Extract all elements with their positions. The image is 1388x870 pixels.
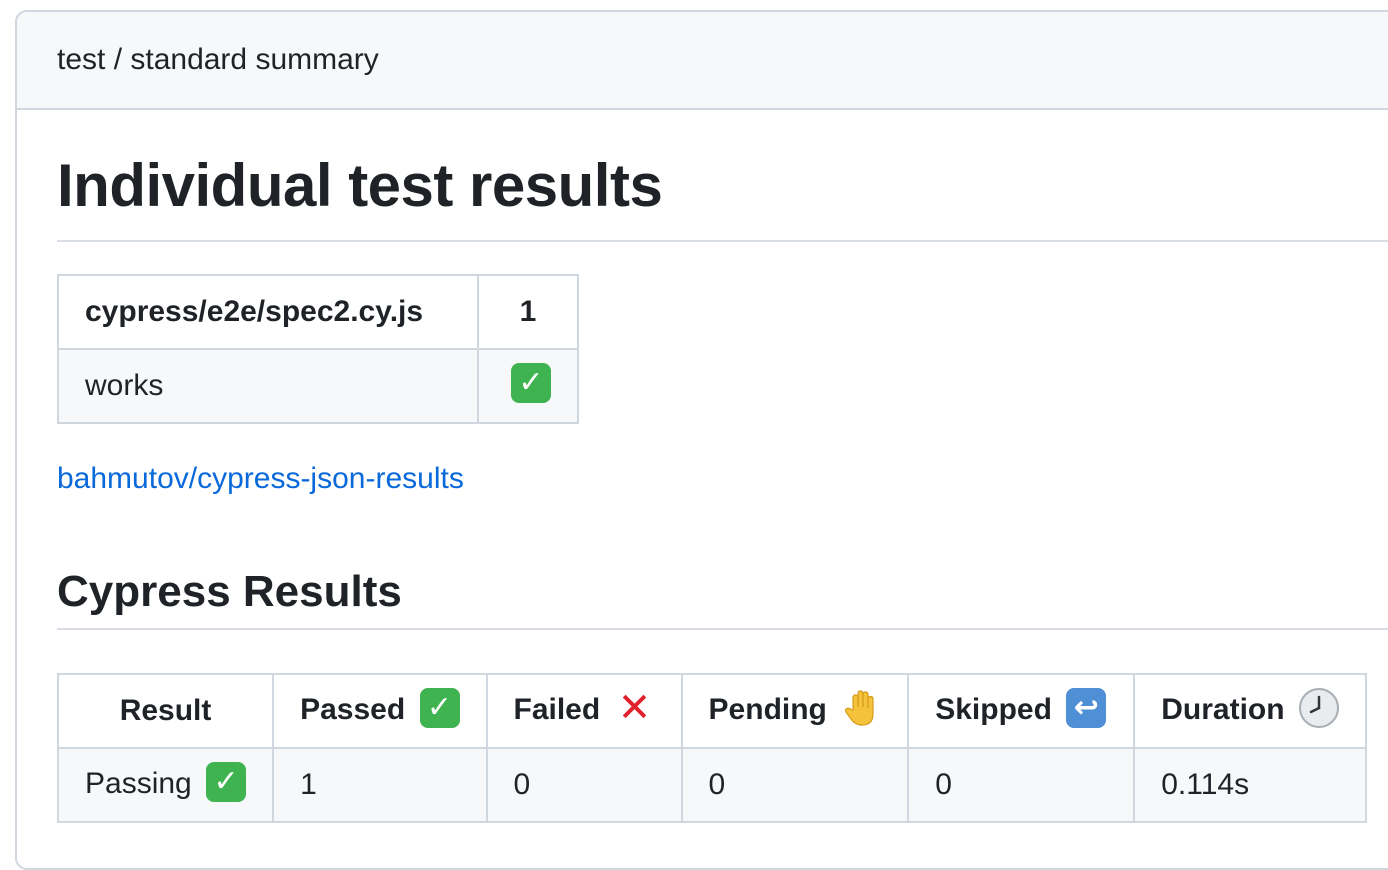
failed-column-header: Failed ✕ [485, 673, 683, 749]
pending-cell: 0 [680, 747, 910, 823]
check-mark-icon: ✓ [206, 762, 247, 802]
check-mark-icon: ✓ [419, 688, 460, 728]
return-arrow-icon: ↩ [1066, 688, 1107, 728]
result-cell: Passing ✓ [56, 747, 275, 823]
duration-cell: 0.114s [1133, 747, 1368, 823]
job-summary-card: test / standard summary Individual test … [15, 10, 1388, 870]
raised-hand-icon [841, 688, 881, 728]
table-header-row: cypress/e2e/spec2.cy.js 1 [57, 274, 579, 350]
passed-column-header: Passed ✓ [272, 673, 488, 749]
section-divider [57, 628, 1388, 630]
skipped-cell: 0 [907, 747, 1136, 823]
heading-divider [57, 240, 1388, 242]
check-mark-icon: ✓ [511, 363, 551, 403]
summary-header: test / standard summary [17, 12, 1388, 110]
cypress-json-results-link[interactable]: bahmutov/cypress-json-results [57, 462, 464, 496]
duration-column-header: Duration [1133, 673, 1368, 749]
passed-cell: 1 [272, 747, 488, 823]
spec-results-table: cypress/e2e/spec2.cy.js 1 works ✓ [57, 274, 579, 424]
clock-icon [1298, 688, 1339, 728]
result-column-header: Result [56, 673, 275, 749]
spec-file-header: cypress/e2e/spec2.cy.js [57, 274, 479, 350]
test-status-cell: ✓ [477, 348, 579, 424]
table-row: Passing ✓ 1 0 0 0 0.114s [56, 747, 1368, 823]
page-title: Individual test results [57, 152, 663, 219]
summary-title: test / standard summary [57, 43, 379, 76]
skipped-column-header: Skipped ↩ [907, 673, 1136, 749]
cross-mark-icon: ✕ [617, 685, 652, 731]
table-header-row: Result Passed ✓ Failed ✕ Pending Skipped… [56, 673, 1368, 749]
section-title: Cypress Results [57, 567, 402, 616]
spec-count-header: 1 [477, 274, 579, 350]
table-row: works ✓ [57, 348, 579, 424]
test-name-cell: works [57, 348, 479, 424]
cypress-results-table: Result Passed ✓ Failed ✕ Pending Skipped… [56, 673, 1368, 823]
failed-cell: 0 [485, 747, 683, 823]
pending-column-header: Pending [680, 673, 910, 749]
